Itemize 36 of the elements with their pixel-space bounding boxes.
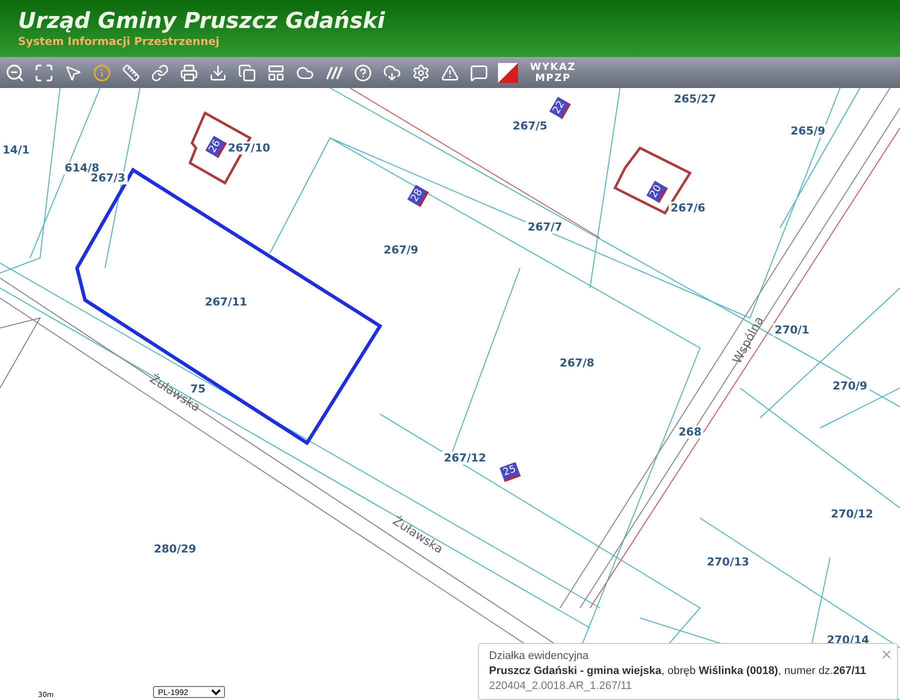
zoom-out-icon[interactable] [4,62,26,84]
parcel-number: 270/13 [704,556,752,568]
parcel-number: 267/6 [668,202,708,214]
parcel-number: 268 [676,426,704,438]
parcel-description: Pruszcz Gdański - gmina wiejska, obręb Wiślinka (0018), numer dz.267/11 [489,664,868,679]
crs-select[interactable]: PL-1992 [153,686,225,698]
parcel-number: 267/7 [526,220,564,234]
parcel-number: 267/5 [510,120,550,132]
parcel-number: 267/12 [442,452,488,464]
parcel-number: 265/27 [672,92,718,106]
flag-icon[interactable] [497,62,519,84]
parcel-number: 270/12 [828,508,876,520]
parcel-number: 267/8 [558,356,596,370]
parcel-number: 267/9 [382,244,420,256]
parcel-number: 270/9 [830,380,870,392]
parcel-number: 265/9 [788,124,828,138]
parcel-number: 267/10 [226,142,272,154]
wykaz-mpzp-button[interactable]: WYKAZ MPZP [526,62,580,84]
parcel-number: 280/29 [152,542,198,556]
house-number: 26 [205,136,227,158]
house-number: 20 [646,181,668,203]
zoom-extent-icon[interactable] [33,62,55,84]
ruler-icon[interactable] [120,62,142,84]
parcel-number: 270/1 [772,324,812,336]
close-button[interactable] [880,648,893,661]
parcel-number: 267/3 [88,172,128,184]
parcel-identifier: 220404_2.0018.AR_1.267/11 [489,679,633,694]
parcel-number: 614/8 [62,162,102,174]
parcel-number: 267/11 [202,296,250,308]
parcel-number: 14/1 [0,144,32,156]
house-number: 28 [407,185,429,207]
popup-heading: Działka ewidencyjna [489,649,590,664]
house-number: 22 [549,97,571,119]
house-number: 25 [500,462,520,482]
site-title: Urząd Gminy Pruszcz Gdański [18,8,386,34]
site-subtitle: System Informacji Przestrzennej [18,34,220,48]
